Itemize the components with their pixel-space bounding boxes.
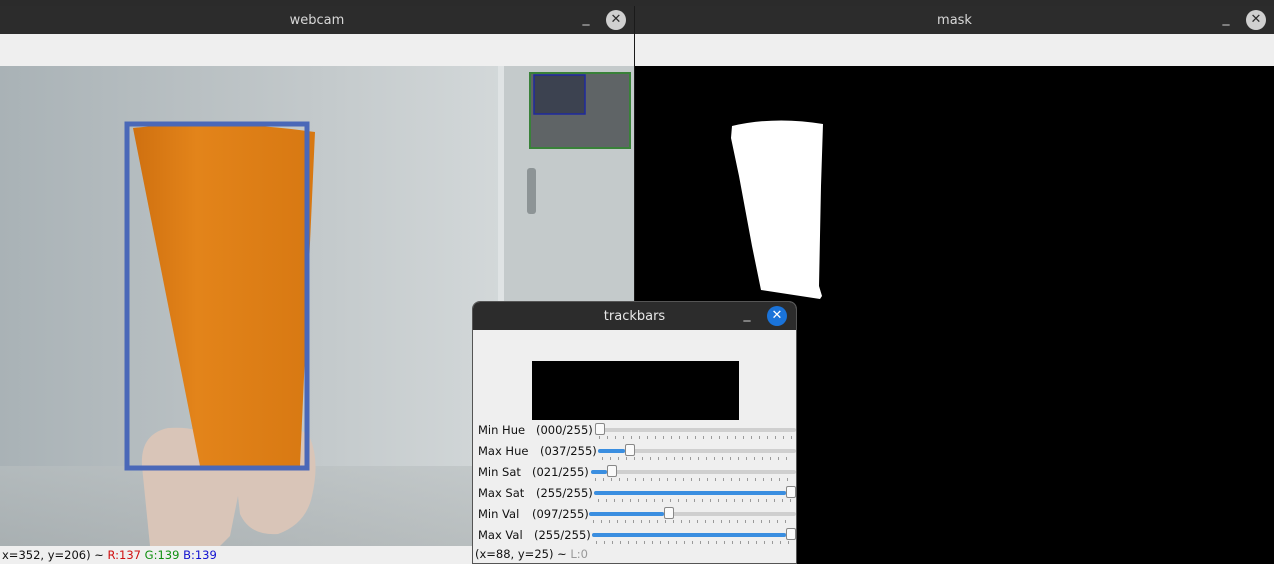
slider-handle[interactable] bbox=[607, 465, 617, 477]
mask-close-button[interactable]: ✕ bbox=[1246, 10, 1266, 30]
slider-fill bbox=[591, 470, 607, 474]
webcam-status-coords: x=352, y=206) ~ bbox=[2, 548, 108, 562]
slider-track[interactable] bbox=[592, 528, 796, 540]
trackbars-status-coords: (x=88, y=25) ~ bbox=[475, 547, 571, 561]
slider-value: (255/255) bbox=[534, 528, 591, 542]
slider-row: Max Val (255/255) bbox=[473, 526, 796, 547]
slider-row: Min Sat (021/255) bbox=[473, 463, 796, 484]
door-handle bbox=[527, 168, 536, 214]
slider-list: Min Hue (000/255) Max Hue (037/255) Min Sat (… bbox=[473, 421, 796, 547]
slider-row: Max Hue (037/255) bbox=[473, 442, 796, 463]
slider-handle[interactable] bbox=[786, 486, 796, 498]
mask-minimize-button[interactable]: _ bbox=[1217, 11, 1235, 29]
slider-fill bbox=[592, 533, 786, 537]
trackbars-close-button[interactable]: ✕ bbox=[767, 306, 787, 326]
slider-label: Max Sat bbox=[478, 486, 525, 500]
slider-track[interactable] bbox=[598, 444, 796, 456]
roi-inner-box bbox=[533, 74, 586, 115]
slider-row: Min Val (097/255) bbox=[473, 505, 796, 526]
slider-ticks bbox=[593, 520, 792, 523]
slider-track[interactable] bbox=[594, 486, 796, 498]
slider-label: Min Val bbox=[478, 507, 520, 521]
webcam-titlebar[interactable]: webcam bbox=[0, 6, 634, 34]
status-r-value: R:137 bbox=[107, 548, 141, 562]
trackbars-status-bar: (x=88, y=25) ~ L:0 bbox=[473, 545, 796, 563]
slider-fill bbox=[594, 491, 786, 495]
webcam-toolbar bbox=[0, 34, 634, 66]
slider-handle[interactable] bbox=[625, 444, 635, 456]
trackbars-minimize-button[interactable]: _ bbox=[738, 307, 756, 325]
slider-track[interactable] bbox=[589, 507, 796, 519]
slider-value: (000/255) bbox=[536, 423, 593, 437]
slider-ticks bbox=[595, 478, 792, 481]
trackbars-status-l: L:0 bbox=[570, 547, 588, 561]
slider-track[interactable] bbox=[591, 465, 796, 477]
webcam-close-button[interactable]: ✕ bbox=[606, 10, 626, 30]
trackbars-window: trackbars _ ✕ Min Hue (000/255) Max Hue (03… bbox=[472, 301, 797, 564]
slider-label: Max Hue bbox=[478, 444, 529, 458]
slider-value: (255/255) bbox=[536, 486, 593, 500]
slider-value: (021/255) bbox=[532, 465, 589, 479]
slider-handle[interactable] bbox=[786, 528, 796, 540]
slider-row: Max Sat (255/255) bbox=[473, 484, 796, 505]
slider-ticks bbox=[598, 499, 792, 502]
mask-titlebar[interactable]: mask bbox=[635, 6, 1274, 34]
status-b-value: B:139 bbox=[183, 548, 217, 562]
slider-fill bbox=[598, 449, 625, 453]
slider-label: Min Sat bbox=[478, 465, 521, 479]
slider-handle[interactable] bbox=[595, 423, 605, 435]
slider-row: Min Hue (000/255) bbox=[473, 421, 796, 442]
slider-value: (097/255) bbox=[532, 507, 589, 521]
trackbars-title: trackbars bbox=[603, 308, 666, 324]
slider-label: Max Val bbox=[478, 528, 523, 542]
status-g-value: G:139 bbox=[144, 548, 180, 562]
slider-ticks bbox=[602, 457, 792, 460]
slider-label: Min Hue bbox=[478, 423, 526, 437]
mask-toolbar bbox=[635, 34, 1274, 66]
slider-ticks bbox=[596, 541, 792, 544]
slider-fill bbox=[589, 512, 664, 516]
slider-value: (037/255) bbox=[540, 444, 597, 458]
slider-handle[interactable] bbox=[664, 507, 674, 519]
mask-title: mask bbox=[937, 12, 972, 28]
slider-track[interactable] bbox=[595, 423, 796, 435]
webcam-title: webcam bbox=[289, 12, 345, 28]
slider-ticks bbox=[599, 436, 792, 439]
trackbars-preview bbox=[532, 361, 739, 420]
webcam-minimize-button[interactable]: _ bbox=[577, 11, 595, 29]
